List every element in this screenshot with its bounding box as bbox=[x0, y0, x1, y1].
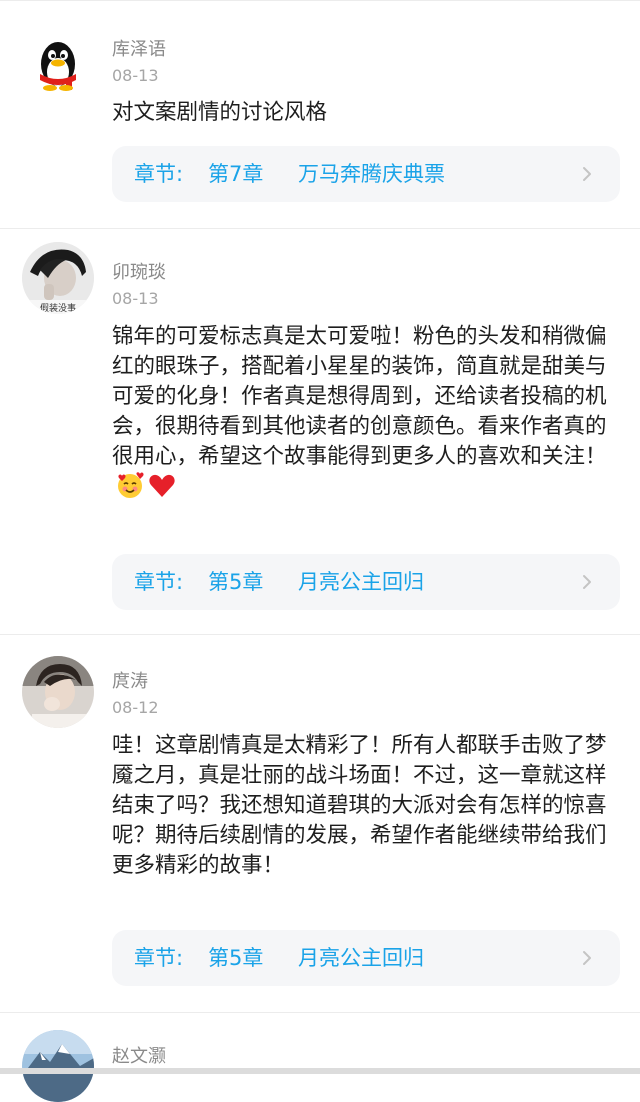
top-divider bbox=[0, 0, 640, 1]
chevron-right-icon bbox=[583, 575, 591, 589]
username[interactable]: 卯琬琰 bbox=[112, 262, 166, 284]
comment-text-body: 锦年的可爱标志真是太可爱啦！粉色的头发和稍微偏红的眼珠子，搭配着小星星的装饰，简… bbox=[112, 324, 607, 469]
avatar-caption: 假装没事 bbox=[40, 302, 76, 314]
chapter-title: 万马奔腾庆典票 bbox=[298, 162, 445, 186]
user-photo-avatar: 假装没事 bbox=[22, 242, 94, 314]
username[interactable]: 庹涛 bbox=[112, 671, 148, 693]
chapter-link[interactable]: 章节: 第7章 万马奔腾庆典票 bbox=[112, 146, 620, 202]
chapter-link[interactable]: 章节: 第5章 月亮公主回归 bbox=[112, 554, 620, 610]
comment-date: 08-13 bbox=[112, 289, 159, 308]
chapter-label: 章节: bbox=[134, 570, 184, 594]
bottom-scroll-edge bbox=[0, 1068, 640, 1074]
chapter-title: 月亮公主回归 bbox=[298, 570, 424, 594]
chapter-label: 章节: bbox=[134, 946, 184, 970]
comment-date: 08-13 bbox=[112, 66, 159, 85]
comment-divider bbox=[0, 228, 640, 229]
avatar[interactable] bbox=[22, 656, 94, 728]
comment-divider bbox=[0, 1012, 640, 1013]
chevron-right-icon bbox=[583, 951, 591, 965]
username[interactable]: 库泽语 bbox=[112, 39, 166, 61]
chevron-right-icon bbox=[583, 167, 591, 181]
chapter-number: 第5章 bbox=[208, 946, 264, 970]
comment-date: 08-12 bbox=[112, 698, 159, 717]
comment-text: 锦年的可爱标志真是太可爱啦！粉色的头发和稍微偏红的眼珠子，搭配着小星星的装饰，简… bbox=[112, 322, 608, 538]
chapter-label: 章节: bbox=[134, 162, 184, 186]
mountain-photo-avatar bbox=[22, 1030, 94, 1102]
red-heart-icon bbox=[149, 474, 175, 497]
chapter-number: 第5章 bbox=[208, 570, 264, 594]
chapter-number: 第7章 bbox=[208, 162, 264, 186]
avatar[interactable]: 假装没事 bbox=[22, 242, 94, 314]
comment-text: 哇！这章剧情真是太精彩了！所有人都联手击败了梦魇之月，真是壮丽的战斗场面！不过，… bbox=[112, 733, 607, 878]
chapter-link[interactable]: 章节: 第5章 月亮公主回归 bbox=[112, 930, 620, 986]
avatar[interactable] bbox=[22, 28, 94, 100]
user-photo-avatar bbox=[22, 656, 94, 728]
smiling-face-with-hearts-icon bbox=[118, 472, 144, 498]
comment-text: 对文案剧情的讨论风格 bbox=[112, 100, 328, 125]
qq-penguin-icon bbox=[22, 28, 94, 100]
chapter-title: 月亮公主回归 bbox=[298, 946, 424, 970]
username[interactable]: 赵文灏 bbox=[112, 1046, 166, 1068]
comment-divider bbox=[0, 634, 640, 635]
avatar[interactable] bbox=[22, 1030, 94, 1102]
